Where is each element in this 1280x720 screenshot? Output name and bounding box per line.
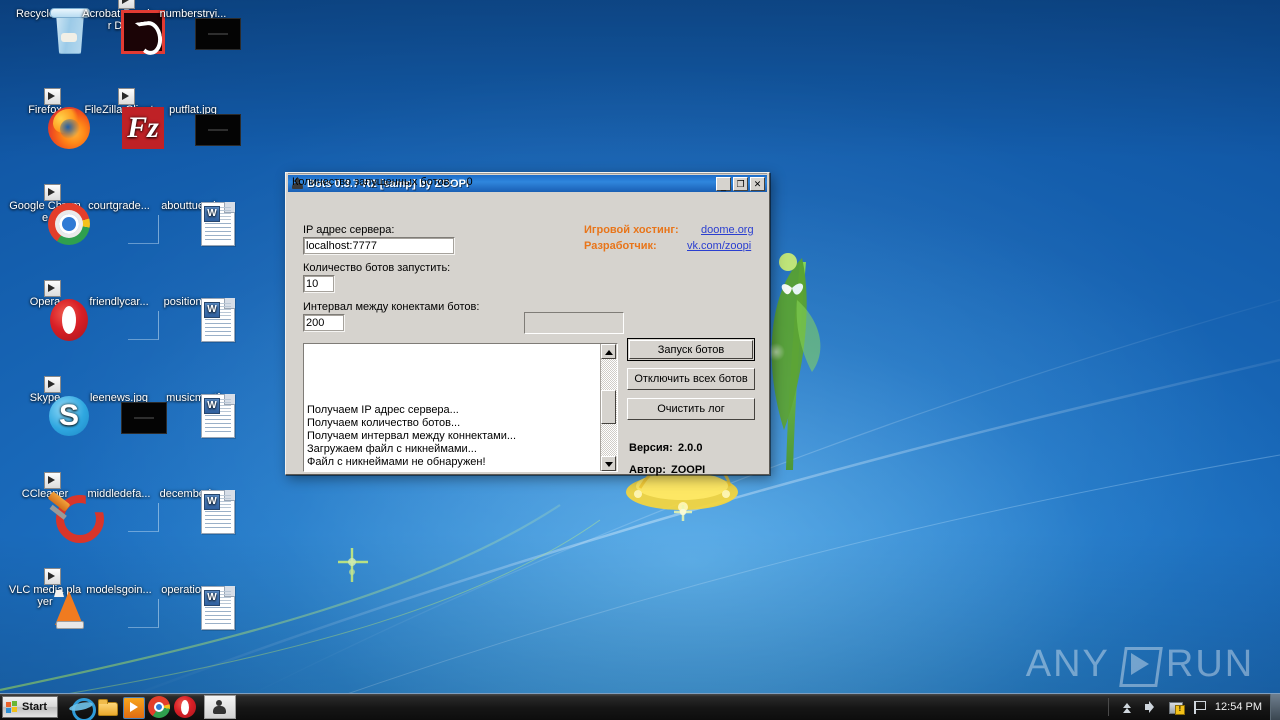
ip-address-label: IP адрес сервера: xyxy=(303,224,395,236)
log-lines-container: Получаем IP адрес сервера... Получаем кол… xyxy=(304,344,601,471)
desktop-icon[interactable]: VLC media player xyxy=(8,568,84,629)
desktop-icon[interactable]: Firefox xyxy=(8,88,90,149)
author-label: Автор: xyxy=(629,464,666,476)
watermark-run: RUN xyxy=(1165,642,1255,685)
desktop-icon[interactable]: putflat.jpg xyxy=(156,104,241,146)
start-button[interactable]: Start xyxy=(2,696,58,718)
bot-count-label: Количество ботов запустить: xyxy=(303,262,451,274)
desktop-icon[interactable]: musicmr.rtf xyxy=(156,392,235,438)
connect-interval-label: Интервал между конектами ботов: xyxy=(303,301,480,313)
desktop-icon[interactable]: operationcr... xyxy=(156,584,235,630)
taskbar: Start 12:54 PM xyxy=(0,693,1280,720)
desktop-icon[interactable]: modelsgoin... xyxy=(82,584,159,628)
taskbar-clock[interactable]: 12:54 PM xyxy=(1215,701,1262,713)
bots-application-window[interactable]: Bots 0.3.7-R2 [samp] by ZOOPI _ ❐ ✕ IP а… xyxy=(285,172,770,476)
running-bots-count: 0 xyxy=(466,176,473,188)
windows-logo-icon xyxy=(6,700,19,714)
ip-address-input[interactable]: localhost:7777 xyxy=(303,237,455,255)
show-desktop-button[interactable] xyxy=(1270,694,1280,720)
version-value: 2.0.0 xyxy=(678,442,703,454)
desktop-icon[interactable]: leenews.jpg xyxy=(82,392,167,434)
desktop-icon[interactable]: Recycle Bin xyxy=(8,8,90,54)
bot-count-input[interactable]: 10 xyxy=(303,275,335,293)
volume-icon[interactable] xyxy=(1142,698,1160,716)
desktop-icon[interactable]: positionso... xyxy=(156,296,235,342)
internet-explorer-icon[interactable] xyxy=(70,696,96,720)
shortcut-overlay-icon xyxy=(44,88,61,105)
hosting-label: Игровой хостинг: xyxy=(584,224,679,236)
desktop-icon[interactable]: decemberlo... xyxy=(156,488,235,534)
taskbar-button-bots-window[interactable] xyxy=(204,695,236,719)
desktop-icon[interactable]: middledefa... xyxy=(82,488,159,532)
show-hidden-icons-icon[interactable] xyxy=(1118,698,1136,716)
log-line: Файл с никнеймами не обнаружен! xyxy=(307,456,486,468)
desktop-icon[interactable]: abouttuesd... xyxy=(156,200,235,246)
version-label: Версия: xyxy=(629,442,673,454)
connect-interval-input[interactable]: 200 xyxy=(303,314,345,332)
tray-divider xyxy=(1107,698,1109,716)
scroll-up-button[interactable] xyxy=(601,344,616,359)
action-center-flag-icon[interactable] xyxy=(1190,698,1208,716)
desktop-icon[interactable]: numberstryi... xyxy=(156,8,241,50)
author-value: ZOOPI xyxy=(671,464,706,476)
windows-explorer-icon[interactable] xyxy=(96,696,118,718)
scrollbar-thumb[interactable] xyxy=(601,390,616,424)
log-output-box[interactable]: Получаем IP адрес сервера... Получаем кол… xyxy=(303,343,618,472)
scroll-down-button[interactable] xyxy=(601,456,616,471)
running-bots-label: Количество запущенных ботов: xyxy=(292,176,453,188)
chrome-icon[interactable] xyxy=(148,696,170,718)
shortcut-overlay-icon xyxy=(44,568,61,585)
log-line: Получаем IP адрес сервера... xyxy=(307,404,459,416)
log-line: Загружаем файл с никнеймами... xyxy=(307,443,477,455)
desktop-icon[interactable]: Opera xyxy=(8,280,88,341)
start-bots-button[interactable]: Запуск ботов xyxy=(627,338,755,361)
developer-link[interactable]: vk.com/zoopi xyxy=(687,240,751,252)
shortcut-overlay-icon xyxy=(44,472,61,489)
desktop-icon[interactable]: S Skype xyxy=(8,376,89,436)
opera-icon[interactable] xyxy=(174,696,196,718)
shortcut-overlay-icon xyxy=(44,280,61,297)
desktop-icon[interactable]: Google Chrome xyxy=(8,184,90,245)
hosting-link[interactable]: doome.org xyxy=(701,224,754,236)
desktop-icon[interactable]: CCleaner xyxy=(8,472,82,500)
desktop-icon[interactable]: Fz FileZilla Client xyxy=(82,88,164,149)
disconnect-all-bots-button[interactable]: Отключить всех ботов xyxy=(627,368,755,390)
bot-icon-body xyxy=(213,706,226,714)
network-warning-icon[interactable] xyxy=(1166,698,1185,716)
windows-media-player-icon[interactable] xyxy=(122,696,145,719)
log-line: Получаем количество ботов... xyxy=(307,417,461,429)
shortcut-overlay-icon xyxy=(118,0,135,9)
desktop-icon[interactable]: Acrobat Reader DC xyxy=(82,0,165,54)
status-bar: Количество запущенных ботов: 0 xyxy=(288,173,767,190)
desktop-icon[interactable]: friendlycar... xyxy=(82,296,159,340)
start-button-label: Start xyxy=(22,701,48,713)
shortcut-overlay-icon xyxy=(118,88,135,105)
watermark-any: ANY xyxy=(1025,642,1110,685)
anyrun-watermark: ANY RUN xyxy=(1020,640,1260,688)
clear-log-button[interactable]: Очистить лог xyxy=(627,398,755,420)
quick-launch-bar xyxy=(70,696,196,720)
desktop-screen: ANY RUN Recycle Bin Acrobat Reader DC numb… xyxy=(0,0,1280,720)
shortcut-overlay-icon xyxy=(44,376,61,393)
extra-blank-panel[interactable] xyxy=(524,312,624,334)
log-line: Получаем интервал между коннектами... xyxy=(307,430,517,442)
developer-label: Разработчик: xyxy=(584,240,657,252)
desktop-icon-grid: Recycle Bin Acrobat Reader DC numberstryi.… xyxy=(0,0,241,700)
log-scrollbar[interactable] xyxy=(600,344,617,471)
system-tray: 12:54 PM xyxy=(1106,694,1280,720)
play-triangle-icon xyxy=(1118,644,1158,684)
desktop-icon[interactable]: courtgrade... xyxy=(82,200,159,244)
shortcut-overlay-icon xyxy=(44,184,61,201)
